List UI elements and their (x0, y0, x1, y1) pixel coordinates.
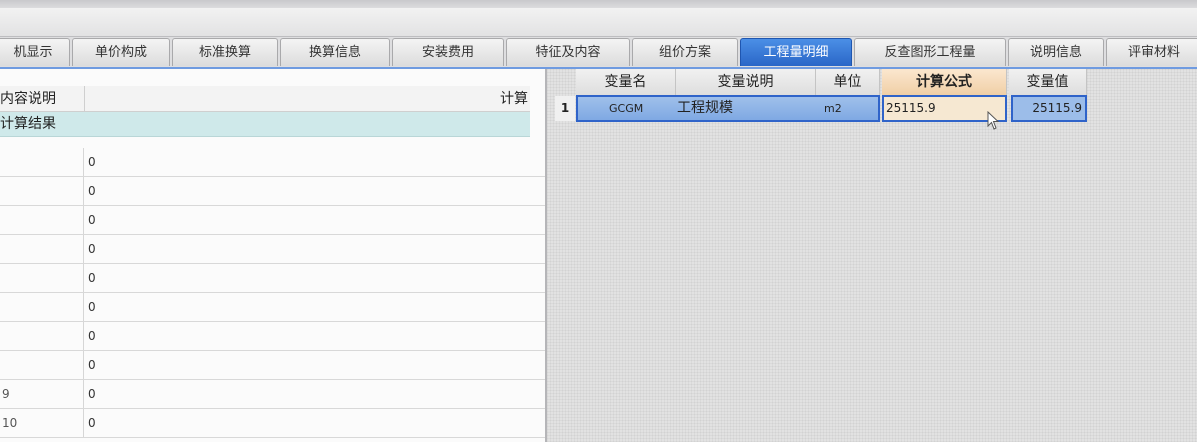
row-number (0, 351, 84, 379)
content-description-label: 内容说明 (0, 91, 56, 107)
table-row[interactable]: 0 (0, 322, 545, 351)
tab-features-content[interactable]: 特征及内容 (506, 38, 630, 66)
tab-quantity-detail[interactable]: 工程量明细 (740, 38, 852, 66)
row-value: 0 (88, 416, 96, 430)
column-header-variable-value[interactable]: 变量值 (1009, 69, 1087, 95)
tab-installation-fee[interactable]: 安装费用 (392, 38, 504, 66)
table-row[interactable]: 0 (0, 177, 545, 206)
row-number (0, 293, 84, 321)
row-number: 1 (555, 96, 575, 121)
row-value: 0 (88, 184, 96, 198)
tab-review-materials[interactable]: 评审材料 (1106, 38, 1197, 66)
tab-unit-price-composition[interactable]: 单价构成 (72, 38, 170, 66)
table-row[interactable]: 0 (0, 148, 545, 177)
row-value: 0 (88, 387, 96, 401)
variable-value-cell[interactable]: 25115.9 (1011, 95, 1087, 122)
calculation-panel: 内容说明 计算 计算结果 0 0 0 0 0 0 0 0 9 0 10 0 (0, 69, 547, 442)
column-header-formula[interactable]: 计算公式 (882, 69, 1007, 95)
unit-cell[interactable]: m2 (824, 96, 854, 121)
toolbar (0, 8, 1197, 37)
row-value: 0 (88, 242, 96, 256)
calculation-column-header: 计算 (500, 91, 528, 107)
tab-reverse-graphic-quantity[interactable]: 反查图形工程量 (854, 38, 1006, 66)
window-top-strip (0, 0, 1197, 8)
column-divider (84, 86, 85, 112)
row-number (0, 235, 84, 263)
variable-description-cell[interactable]: 工程规模 (677, 96, 787, 121)
row-value: 0 (88, 213, 96, 227)
table-row[interactable]: 0 (0, 235, 545, 264)
tab-pricing-scheme[interactable]: 组价方案 (632, 38, 738, 66)
tab-bar: 机显示 单价构成 标准换算 换算信息 安装费用 特征及内容 组价方案 工程量明细… (0, 37, 1197, 67)
row-number: 10 (0, 409, 84, 437)
row-number (0, 148, 84, 176)
row-number: 9 (0, 380, 84, 408)
row-number (0, 264, 84, 292)
tab-display[interactable]: 机显示 (0, 38, 70, 66)
variable-name-cell[interactable]: GCGM (609, 96, 669, 121)
tab-standard-conversion[interactable]: 标准换算 (172, 38, 278, 66)
column-header-unit[interactable]: 单位 (816, 69, 880, 95)
tab-description-info[interactable]: 说明信息 (1008, 38, 1104, 66)
mouse-pointer-icon (987, 111, 1000, 130)
row-number (0, 206, 84, 234)
content-header-row: 内容说明 计算 (0, 86, 530, 112)
variable-table: 变量名 变量说明 单位 计算公式 变量值 1 GCGM 工程规模 m2 2511… (547, 69, 1197, 442)
table-row[interactable]: 10 0 (0, 409, 545, 438)
column-header-variable-description[interactable]: 变量说明 (676, 69, 816, 95)
column-header-variable-name[interactable]: 变量名 (576, 69, 676, 95)
table-row[interactable]: 0 (0, 351, 545, 380)
row-value: 0 (88, 155, 96, 169)
calculation-result-row[interactable]: 计算结果 (0, 112, 530, 137)
row-value: 0 (88, 358, 96, 372)
row-value: 0 (88, 271, 96, 285)
table-row[interactable]: 0 (0, 206, 545, 235)
row-number (0, 322, 84, 350)
table-row[interactable]: 0 (0, 293, 545, 322)
tab-conversion-info[interactable]: 换算信息 (280, 38, 390, 66)
table-row[interactable]: 9 0 (0, 380, 545, 409)
row-number (0, 177, 84, 205)
row-value: 0 (88, 329, 96, 343)
row-value: 0 (88, 300, 96, 314)
table-row[interactable]: 0 (0, 264, 545, 293)
calculation-result-label: 计算结果 (0, 116, 56, 132)
